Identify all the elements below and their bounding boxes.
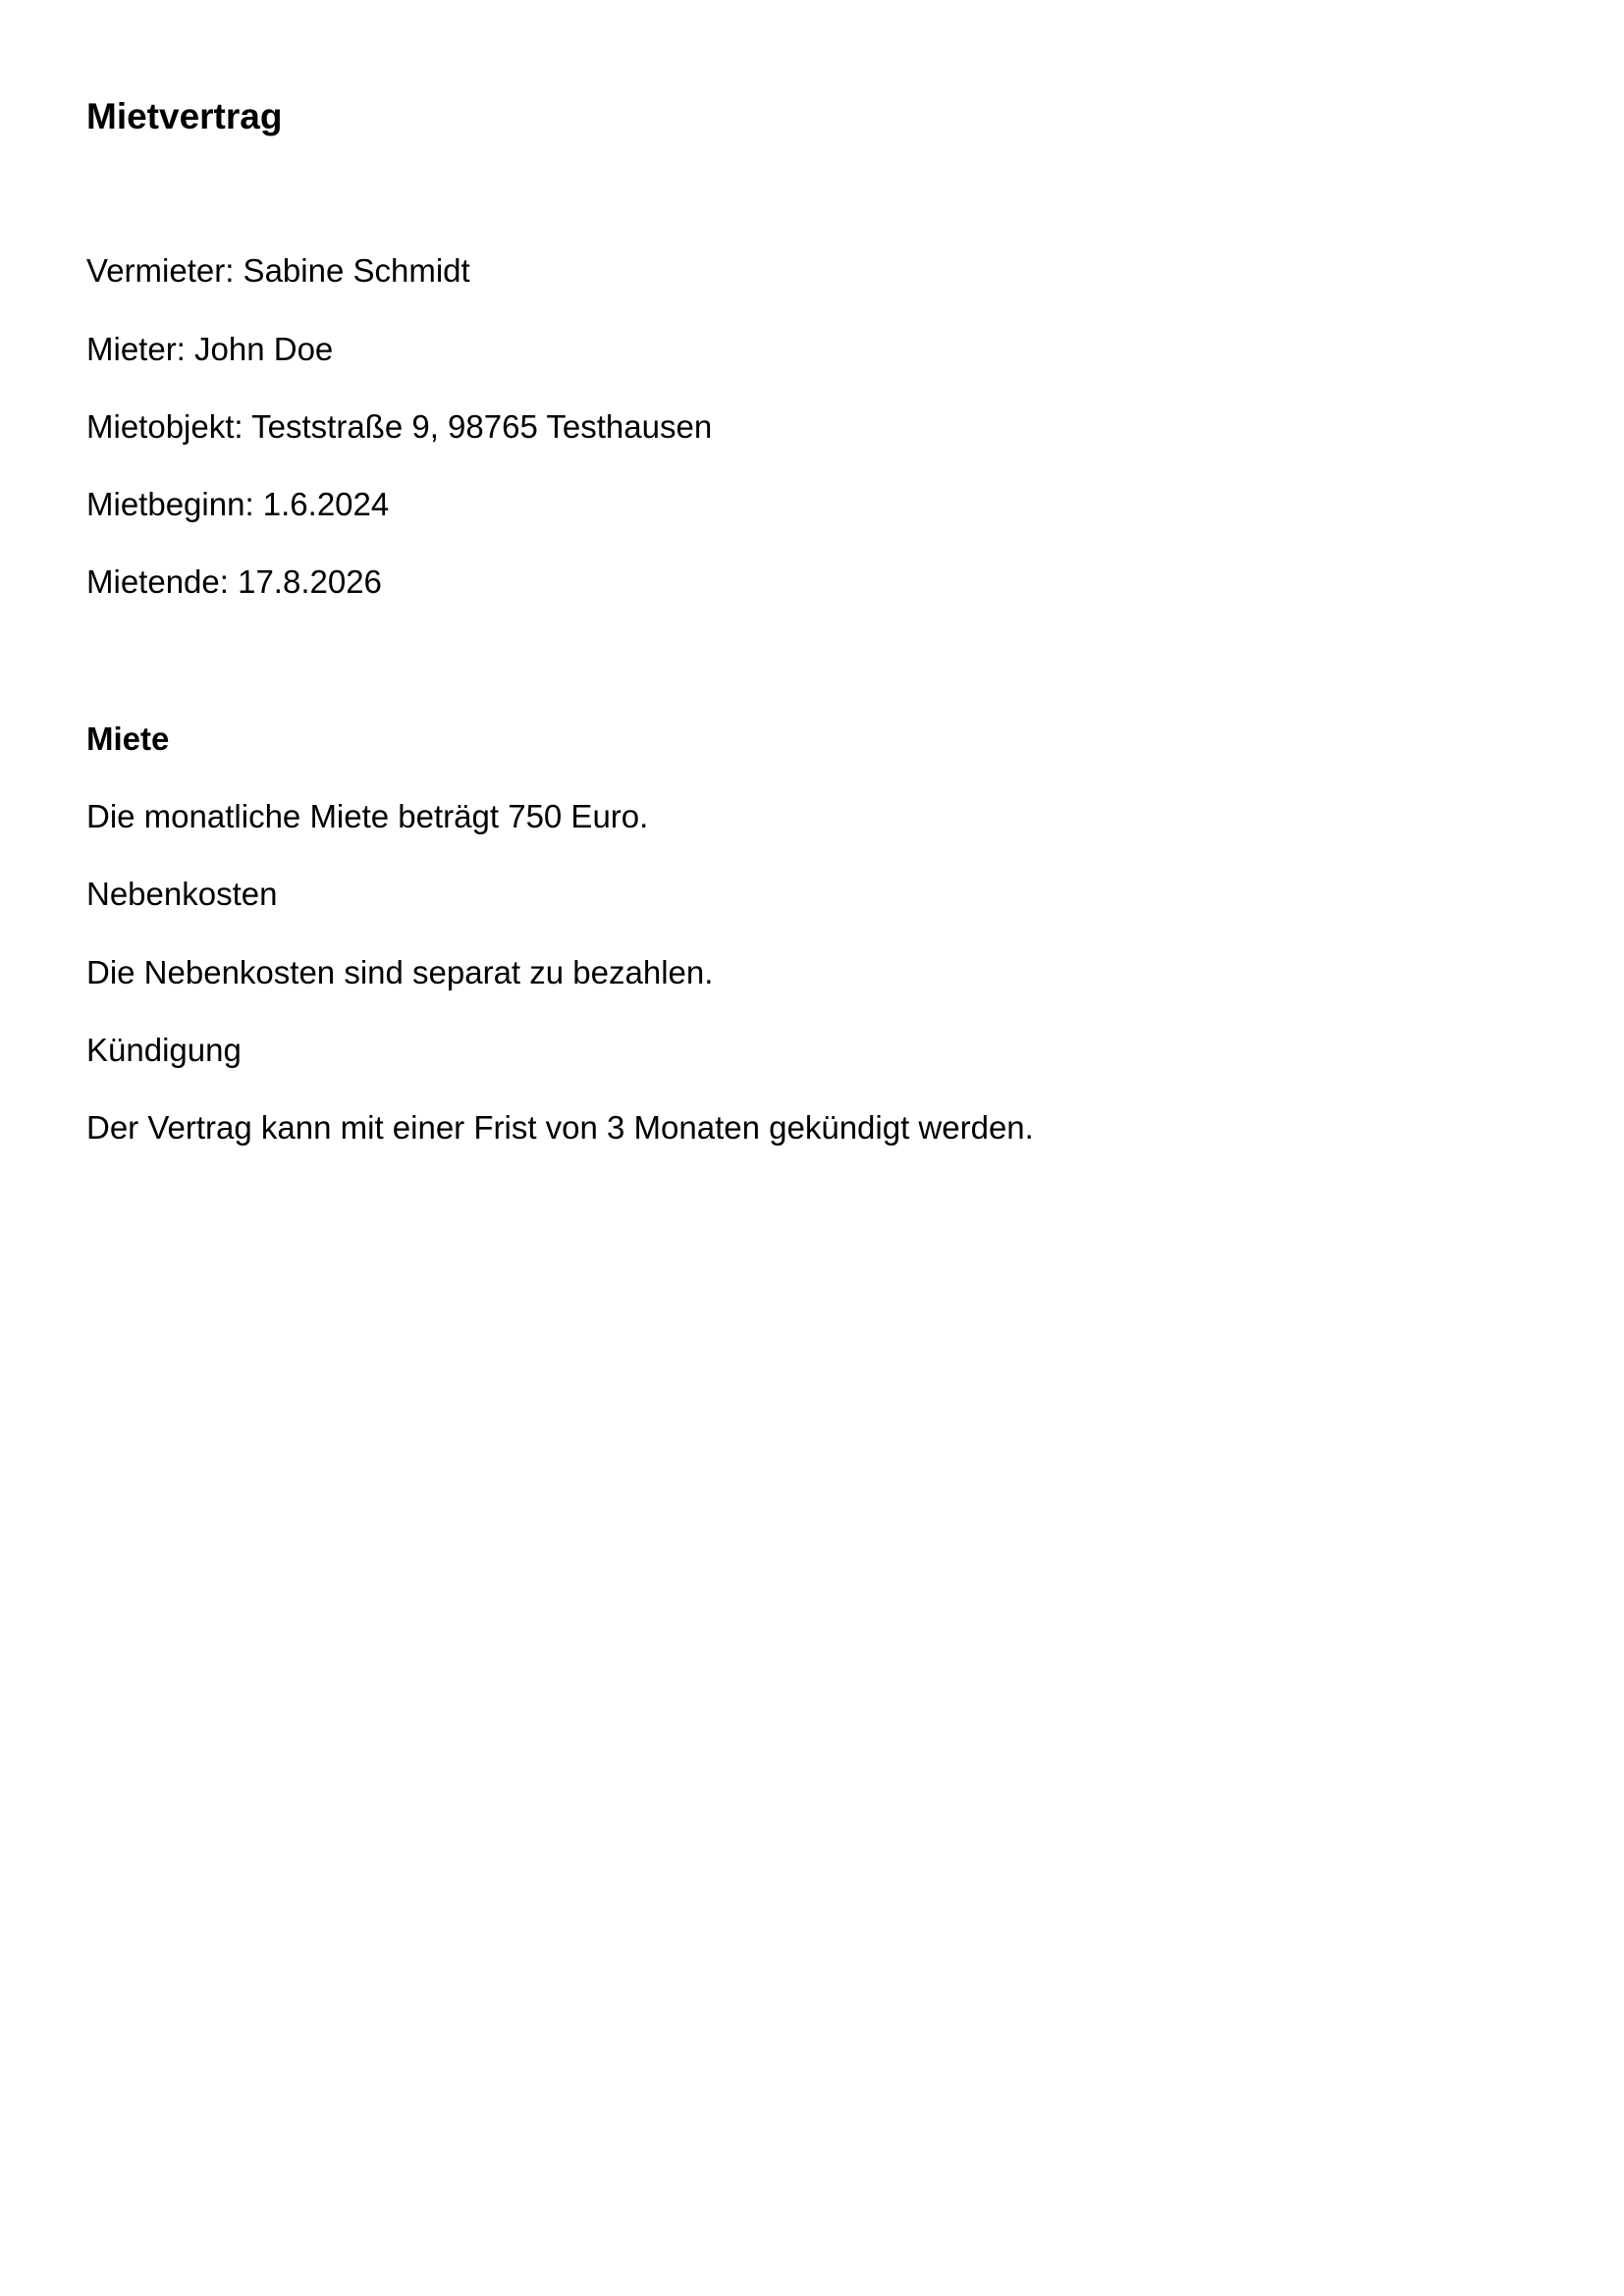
document-title: Mietvertrag [86,96,283,136]
additional-costs-heading: Nebenkosten [86,876,278,912]
rent-heading: Miete [86,721,170,757]
start-date-line: Mietbeginn: 1.6.2024 [86,486,390,522]
property-line: Mietobjekt: Teststraße 9, 98765 Testhaus… [86,408,713,445]
end-date-line: Mietende: 17.8.2026 [86,563,382,600]
tenant-line: Mieter: John Doe [86,331,334,367]
additional-costs-text: Die Nebenkosten sind separat zu bezahlen… [86,954,714,990]
termination-text: Der Vertrag kann mit einer Frist von 3 M… [86,1109,1034,1146]
rent-text: Die monatliche Miete beträgt 750 Euro. [86,798,649,834]
document-page: Mietvertrag Vermieter: Sabine Schmidt Mi… [0,0,1624,2296]
termination-heading: Kündigung [86,1032,242,1068]
landlord-line: Vermieter: Sabine Schmidt [86,252,470,289]
